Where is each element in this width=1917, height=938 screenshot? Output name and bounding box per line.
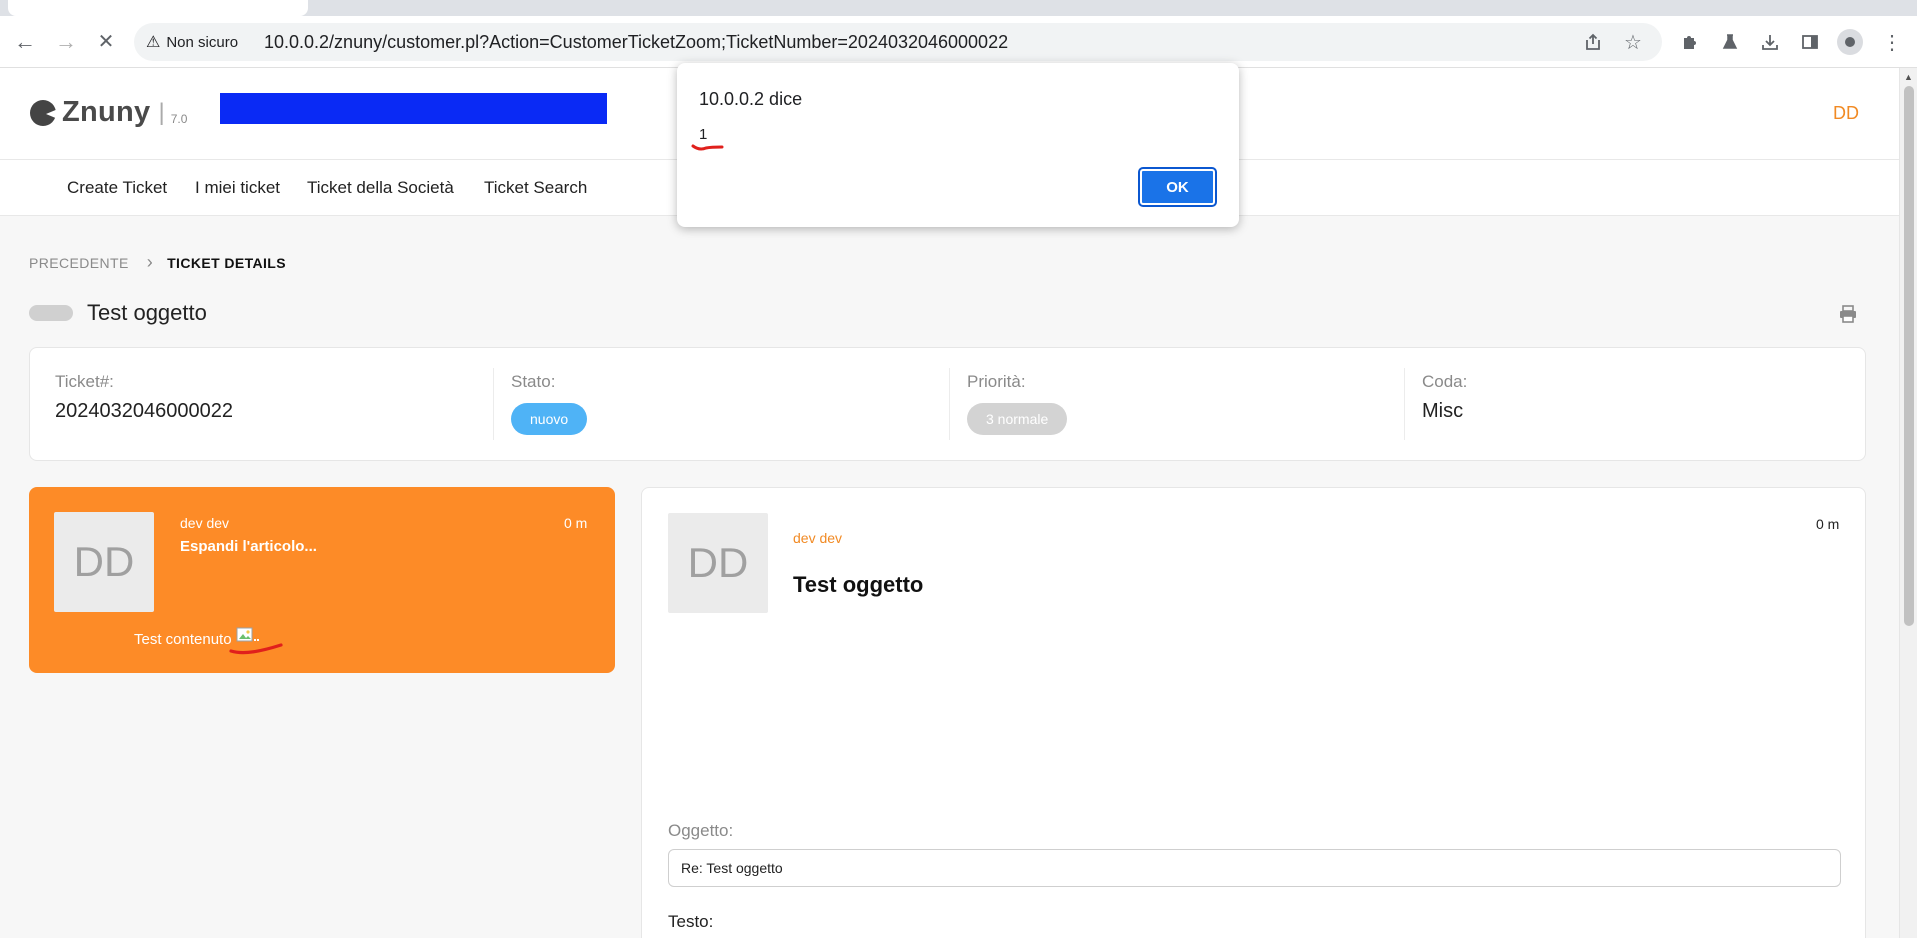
red-annotation-underline <box>691 144 724 151</box>
download-icon[interactable] <box>1756 28 1784 56</box>
nav-item-my-tickets[interactable]: I miei ticket <box>195 160 280 216</box>
ticket-queue-value: Misc <box>1422 400 1464 422</box>
znuny-logo[interactable]: Znuny | 7.0 <box>30 96 187 128</box>
url-text[interactable]: 10.0.0.2/znuny/customer.pl?Action=Custom… <box>264 23 1008 61</box>
side-panel-icon[interactable] <box>1796 28 1824 56</box>
avatar: DD <box>668 513 768 613</box>
labs-icon[interactable] <box>1716 28 1744 56</box>
security-label: Non sicuro <box>166 33 239 51</box>
security-indicator[interactable]: ⚠ Non sicuro <box>146 23 238 61</box>
article-author[interactable]: dev dev <box>793 530 842 546</box>
stop-loading-icon[interactable]: ✕ <box>93 29 119 55</box>
page-scrollbar[interactable]: ▲ <box>1899 68 1917 938</box>
browser-toolbar: ← → ✕ ⚠ Non sicuro 10.0.0.2/znuny/custom… <box>0 16 1917 68</box>
article-author: dev dev <box>180 515 230 531</box>
nav-item-create-ticket[interactable]: Create Ticket <box>67 160 167 216</box>
red-annotation-underline <box>229 643 283 655</box>
scrollbar-thumb[interactable] <box>1904 86 1914 626</box>
ticket-number-value: 2024032046000022 <box>55 400 233 422</box>
share-icon[interactable] <box>1580 29 1606 55</box>
extensions-icon[interactable] <box>1676 28 1704 56</box>
subject-input[interactable] <box>668 849 1841 887</box>
article-time: 0 m <box>564 515 588 531</box>
znuny-logo-mark-icon <box>30 100 58 126</box>
forward-icon[interactable]: → <box>53 29 79 55</box>
nav-item-company-tickets[interactable]: Ticket della Società <box>307 160 454 216</box>
alert-dialog: 10.0.0.2 dice 1 OK <box>677 63 1239 227</box>
browser-active-tab[interactable] <box>8 0 308 16</box>
article-list-item[interactable]: DD dev dev Espandi l'articolo... 0 m Tes… <box>29 487 615 673</box>
ticket-priority-label: Priorità: <box>967 372 1026 391</box>
article-detail-panel: DD dev dev Test oggetto 0 m Oggetto: Tes… <box>641 487 1866 938</box>
breadcrumb-current: TICKET DETAILS <box>167 254 286 271</box>
logo-version: 7.0 <box>170 112 188 126</box>
article-subject: Test oggetto <box>793 572 924 597</box>
ticket-title: Test oggetto <box>87 300 207 325</box>
scroll-up-arrow-icon[interactable]: ▲ <box>1904 72 1913 82</box>
redaction-box <box>220 93 607 124</box>
ticket-status-pill <box>29 305 73 321</box>
expand-article-link[interactable]: Espandi l'articolo... <box>180 538 317 555</box>
article-preview-text: Test contenuto <box>134 630 232 648</box>
info-divider <box>1404 368 1405 440</box>
warning-icon: ⚠ <box>146 34 161 51</box>
avatar: DD <box>54 512 154 612</box>
user-menu-initials[interactable]: DD <box>1833 103 1859 124</box>
breadcrumb-previous[interactable]: PRECEDENTE <box>29 255 129 271</box>
logo-separator: | <box>158 99 165 126</box>
print-icon[interactable] <box>1838 304 1858 330</box>
profile-icon[interactable] <box>1836 28 1864 56</box>
ticket-info-card: Ticket#: 2024032046000022 Stato: nuovo P… <box>29 347 1866 461</box>
priority-badge: 3 normale <box>967 403 1068 435</box>
logo-text: Znuny <box>62 96 151 128</box>
ticket-state-label: Stato: <box>511 372 556 391</box>
nav-item-ticket-search[interactable]: Ticket Search <box>484 160 587 216</box>
back-icon[interactable]: ← <box>12 29 38 55</box>
subject-field-label: Oggetto: <box>668 821 734 840</box>
info-divider <box>493 368 494 440</box>
chevron-right-icon: › <box>146 252 154 272</box>
browser-tab-strip <box>0 0 1917 16</box>
menu-icon[interactable]: ⋮ <box>1878 28 1906 56</box>
bookmark-star-icon[interactable]: ☆ <box>1620 29 1646 55</box>
breadcrumb: PRECEDENTE › TICKET DETAILS <box>29 252 286 273</box>
ticket-queue-label: Coda: <box>1422 372 1468 391</box>
alert-ok-button[interactable]: OK <box>1138 167 1217 207</box>
info-divider <box>949 368 950 440</box>
state-badge: nuovo <box>511 403 588 435</box>
article-time: 0 m <box>1816 516 1840 532</box>
ticket-title-row: Test oggetto <box>29 300 207 326</box>
text-field-label: Testo: <box>668 912 714 931</box>
alert-title: 10.0.0.2 dice <box>699 89 803 109</box>
address-bar[interactable]: ⚠ Non sicuro 10.0.0.2/znuny/customer.pl?… <box>134 23 1662 61</box>
ticket-number-label: Ticket#: <box>55 372 114 391</box>
